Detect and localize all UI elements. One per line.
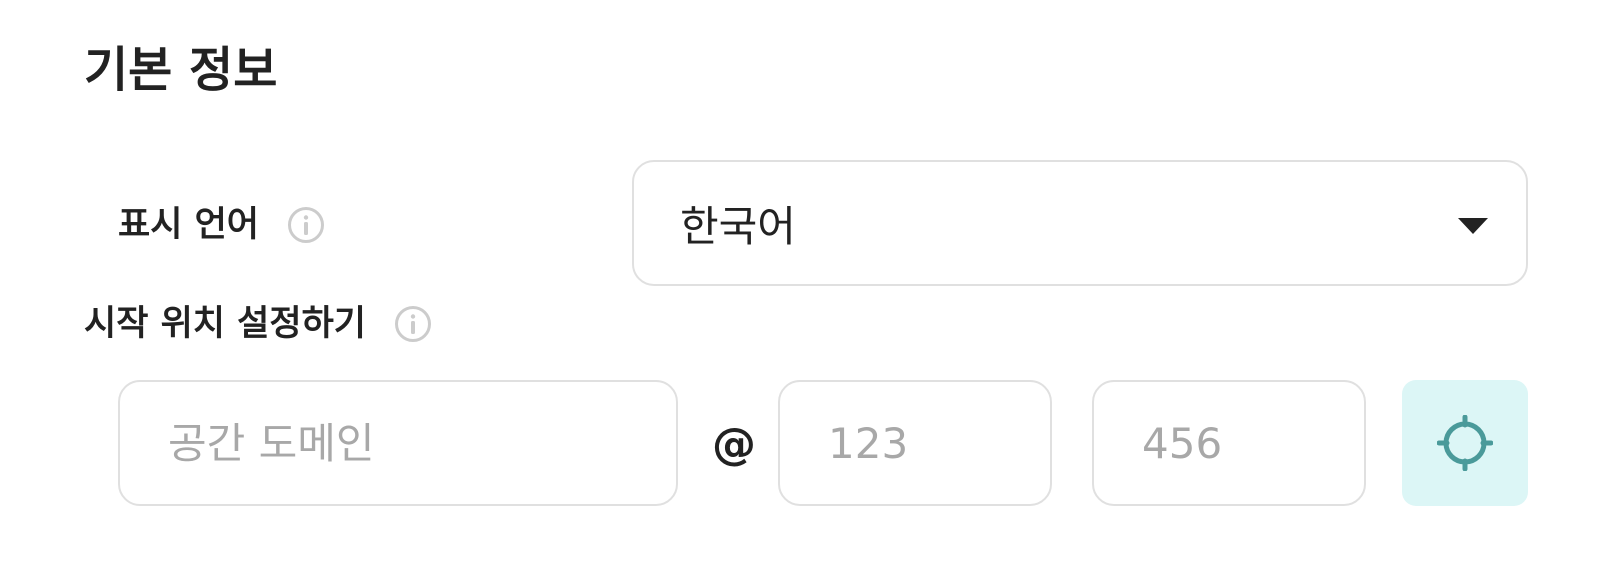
start-location-label: 시작 위치 설정하기 bbox=[84, 304, 366, 344]
display-language-label-row: 표시 언어 bbox=[118, 203, 325, 247]
info-circle-icon[interactable] bbox=[287, 206, 325, 244]
info-circle-icon[interactable] bbox=[394, 305, 432, 343]
current-location-button[interactable] bbox=[1402, 380, 1528, 506]
y-coordinate-input[interactable] bbox=[1092, 380, 1366, 506]
at-symbol: @ bbox=[712, 419, 756, 470]
x-coordinate-input[interactable] bbox=[778, 380, 1052, 506]
start-location-label-row: 시작 위치 설정하기 bbox=[84, 302, 432, 346]
section-title: 기본 정보 bbox=[84, 42, 278, 98]
space-domain-input[interactable] bbox=[118, 380, 678, 506]
display-language-label: 표시 언어 bbox=[118, 205, 259, 245]
display-language-value: 한국어 bbox=[680, 201, 796, 251]
caret-down-icon bbox=[1458, 218, 1488, 234]
display-language-select[interactable]: 한국어 bbox=[632, 160, 1528, 286]
crosshair-icon bbox=[1437, 415, 1493, 471]
